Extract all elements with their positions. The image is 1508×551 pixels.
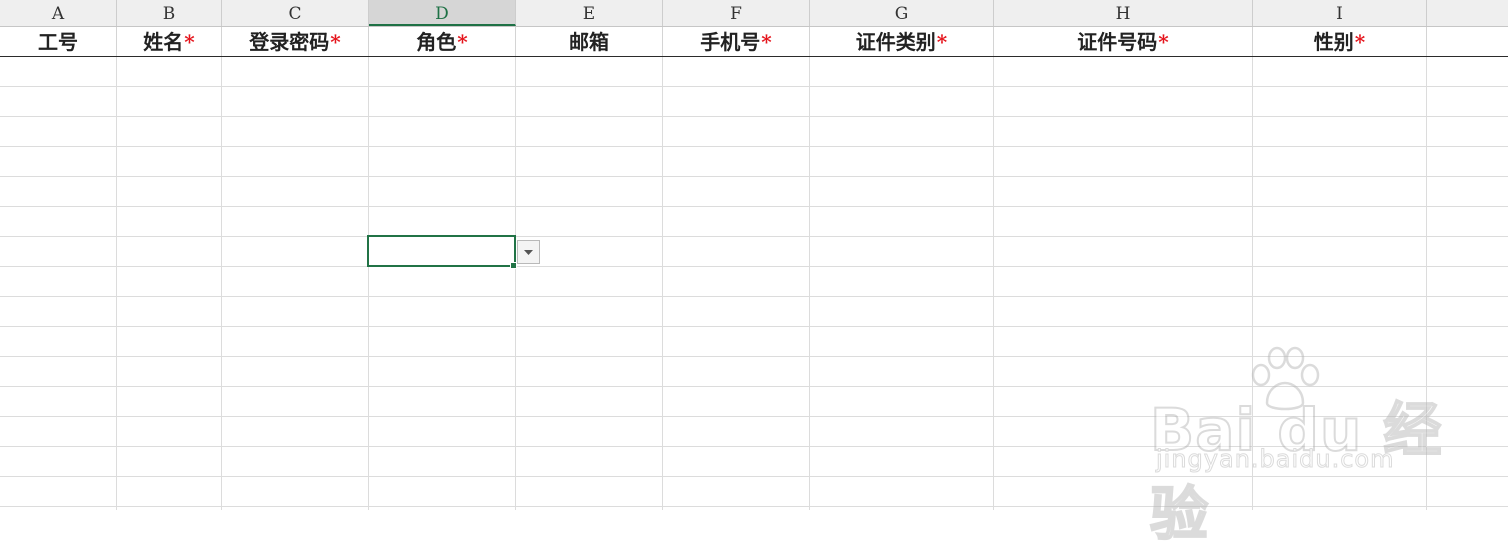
row-divider [0,236,1508,237]
column-divider [221,57,222,510]
column-header-b[interactable]: B [117,0,222,26]
header-label: 姓名 [143,30,184,54]
column-header-c[interactable]: C [222,0,369,26]
column-letter-bar: A B C D E F G H I [0,0,1508,27]
column-header-a[interactable]: A [0,0,117,26]
row-divider [0,206,1508,207]
column-divider [515,57,516,510]
required-marker: * [184,30,195,54]
header-cell-employee-id[interactable]: 工号 [0,27,117,56]
column-divider [662,57,663,510]
header-label: 性别 [1313,30,1354,54]
header-label: 手机号 [700,30,761,54]
cell-dropdown-button[interactable] [517,240,540,264]
required-marker: * [457,30,468,54]
header-cell-id-number[interactable]: 证件号码* [994,27,1253,56]
column-divider [368,57,369,510]
watermark-url: jingyan.baidu.com [1155,445,1395,474]
required-marker: * [1354,30,1366,54]
selected-cell[interactable] [367,235,516,267]
column-divider [993,57,994,510]
header-cell-role[interactable]: 角色* [369,27,516,56]
header-cell-id-type[interactable]: 证件类别* [810,27,994,56]
required-marker: * [761,30,772,54]
header-label: 证件号码 [1077,30,1158,54]
column-divider [809,57,810,510]
header-label: 登录密码 [249,30,330,54]
column-header-h[interactable]: H [994,0,1253,26]
fill-handle[interactable] [510,262,517,269]
column-divider [116,57,117,510]
required-marker: * [936,30,948,54]
row-divider [0,86,1508,87]
row-divider [0,266,1508,267]
required-marker: * [330,30,341,54]
row-divider [0,176,1508,177]
row-divider [0,146,1508,147]
column-header-e[interactable]: E [516,0,663,26]
header-label: 角色 [416,30,457,54]
watermark: Bai du 经验 jingyan.baidu.com [1149,345,1450,549]
column-header-d[interactable]: D [369,0,516,26]
header-cell-email[interactable]: 邮箱 [516,27,663,56]
row-divider [0,116,1508,117]
row-divider [0,326,1508,327]
header-label: 邮箱 [569,30,609,54]
header-label: 工号 [38,30,78,54]
column-header-g[interactable]: G [810,0,994,26]
header-cell-login-password[interactable]: 登录密码* [222,27,369,56]
header-cell-phone[interactable]: 手机号* [663,27,810,56]
chevron-down-icon [524,249,533,255]
header-label: 证件类别 [855,30,936,54]
header-cell-gender[interactable]: 性别* [1253,27,1427,56]
row-divider [0,296,1508,297]
required-marker: * [1158,30,1169,54]
column-header-f[interactable]: F [663,0,810,26]
header-row: 工号 姓名* 登录密码* 角色* 邮箱 手机号* 证件类别* 证件号码* 性别* [0,27,1508,57]
column-header-i[interactable]: I [1253,0,1427,26]
header-cell-name[interactable]: 姓名* [117,27,222,56]
